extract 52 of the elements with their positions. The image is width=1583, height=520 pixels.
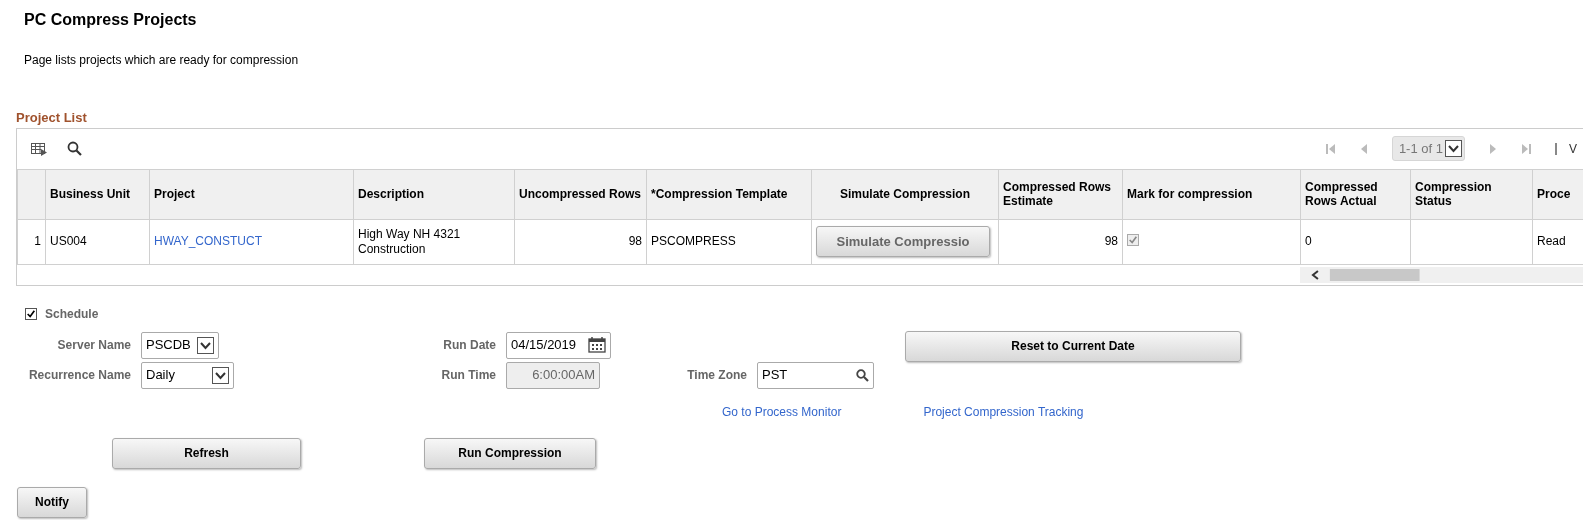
dropdown-icon[interactable] — [212, 366, 229, 384]
dropdown-value: PSCDB — [146, 336, 191, 355]
search-icon[interactable] — [67, 141, 82, 156]
checkbox-label: Schedule — [45, 305, 99, 323]
checkbox[interactable] — [25, 307, 37, 320]
field-label: Time Zone — [686, 367, 747, 384]
action-button[interactable]: Run Compression — [424, 437, 596, 469]
column-header: Project — [149, 169, 354, 219]
search-icon[interactable] — [856, 368, 869, 382]
column-header: *Compression Template — [646, 169, 812, 219]
row-number: 1 — [17, 219, 46, 264]
section-title: Project List — [16, 109, 87, 127]
pager-dropdown[interactable]: 1-1 of 1 — [1391, 135, 1465, 162]
recurrence-dropdown[interactable]: Daily — [141, 361, 234, 389]
field-label: Run Date — [442, 337, 496, 354]
link[interactable]: Project Compression Tracking — [923, 402, 1084, 421]
notify-button[interactable]: Notify — [17, 486, 87, 518]
project-link[interactable]: HWAY_CONSTUCT — [154, 234, 262, 249]
page-description: Page lists projects which are ready for compression — [24, 52, 299, 69]
grid-icon[interactable] — [31, 141, 47, 156]
table-cell: 0 — [1300, 219, 1411, 264]
table-cell: 98 — [514, 219, 647, 264]
column-header: Description — [353, 169, 515, 219]
table-cell: US004 — [45, 219, 150, 264]
table-cell: 98 — [998, 219, 1123, 264]
dropdown-icon[interactable] — [197, 336, 214, 354]
page-title: PC Compress Projects — [24, 10, 197, 30]
column-header: Business Unit — [45, 169, 150, 219]
column-header: Uncompressed Rows — [514, 169, 647, 219]
calendar-icon[interactable] — [588, 337, 606, 353]
server-dropdown[interactable]: PSCDB — [141, 331, 219, 359]
pager-text: 1-1 of 1 — [1398, 139, 1443, 158]
field-label: Server Name — [56, 337, 131, 354]
column-header: Compression Status — [1410, 169, 1533, 219]
column-header: Simulate Compression — [811, 169, 999, 219]
column-header: Compressed Rows Estimate — [998, 169, 1123, 219]
time-zone-field[interactable]: PST — [757, 361, 874, 389]
table-cell: PSCOMPRESS — [646, 219, 812, 264]
link[interactable]: Go to Process Monitor — [722, 402, 842, 421]
column-header: Mark for compression — [1122, 169, 1301, 219]
table-cell: High Way NH 4321 Construction — [353, 219, 515, 264]
reset-button[interactable]: Reset to Current Date — [905, 330, 1241, 362]
field-label: Recurrence Name — [27, 367, 131, 384]
dropdown-icon[interactable] — [1445, 140, 1462, 157]
date-field[interactable]: 04/15/2019 — [506, 331, 611, 359]
column-header: Compressed Rows Actual — [1300, 169, 1411, 219]
action-button[interactable]: Refresh — [112, 437, 301, 469]
view-link[interactable]: V — [1569, 139, 1577, 158]
field-label: Run Time — [440, 367, 496, 384]
column-header: Proce — [1532, 169, 1583, 219]
dropdown-value: Daily — [146, 366, 175, 385]
scrollbar[interactable] — [1300, 266, 1583, 283]
